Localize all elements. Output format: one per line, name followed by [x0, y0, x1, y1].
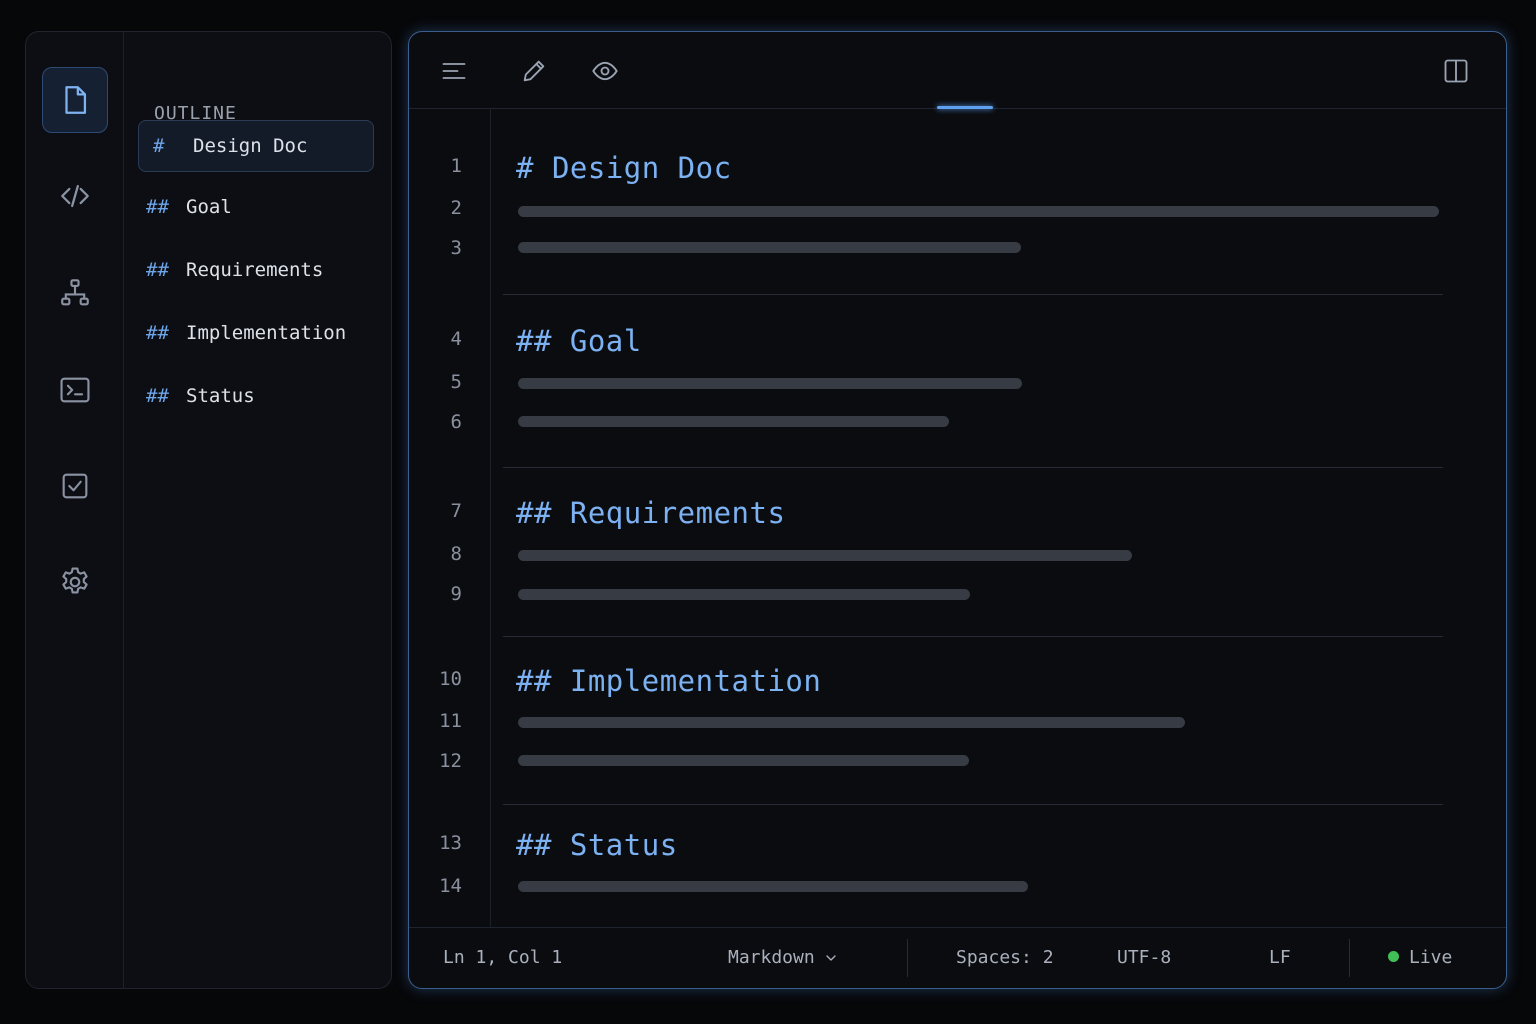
- editor-panel: 1 2 3 4 5 6 7 8 9 10 11 12 13 14 # Desig…: [408, 31, 1507, 989]
- outline-item-label: Implementation: [186, 322, 347, 344]
- line-number: 6: [450, 411, 462, 433]
- outline-item-label: Design Doc: [193, 135, 308, 157]
- outline-item-status[interactable]: ## Status: [138, 370, 374, 422]
- hierarchy-icon: [61, 279, 89, 306]
- section-divider: [503, 636, 1443, 637]
- live-label: Live: [1409, 947, 1453, 968]
- outline-panel: OUTLINE # Design Doc ## Goal ## Requirem…: [124, 32, 391, 988]
- line-number: 7: [450, 500, 462, 522]
- text-line-placeholder: [518, 550, 1132, 561]
- line-number-gutter: 1 2 3 4 5 6 7 8 9 10 11 12 13 14: [409, 109, 491, 927]
- text-line-placeholder: [518, 589, 970, 600]
- text-line-placeholder: [518, 378, 1022, 389]
- heading-marker: ##: [146, 196, 169, 218]
- line-number: 2: [450, 197, 462, 219]
- line-number: 10: [439, 668, 462, 690]
- split-view-button[interactable]: [1439, 54, 1473, 88]
- edit-icon: [523, 60, 545, 82]
- outline-item-design-doc[interactable]: # Design Doc: [138, 120, 374, 172]
- text-line-placeholder: [518, 242, 1021, 253]
- line-number: 9: [450, 583, 462, 605]
- live-indicator-dot: [1388, 951, 1399, 962]
- tasks-button[interactable]: [42, 453, 108, 519]
- heading-marker: ##: [516, 324, 552, 358]
- line-number: 13: [439, 832, 462, 854]
- text-line-placeholder: [518, 206, 1439, 217]
- encoding-setting[interactable]: UTF-8: [1117, 947, 1171, 968]
- file-icon: [65, 86, 87, 114]
- language-selector[interactable]: Markdown: [728, 947, 839, 968]
- heading-text: Implementation: [569, 664, 822, 698]
- line-number: 8: [450, 543, 462, 565]
- indent-setting[interactable]: Spaces: 2: [956, 947, 1054, 968]
- explorer-button[interactable]: [42, 67, 108, 133]
- split-view-icon: [1444, 59, 1468, 83]
- line-number: 4: [450, 328, 462, 350]
- sidebar-panel: OUTLINE # Design Doc ## Goal ## Requirem…: [25, 31, 392, 989]
- heading-marker: ##: [146, 385, 169, 407]
- line-number: 14: [439, 875, 462, 897]
- heading-marker: ##: [516, 664, 552, 698]
- section-heading: ## Requirements: [516, 496, 785, 530]
- text-line-placeholder: [518, 881, 1028, 892]
- cursor-position[interactable]: Ln 1, Col 1: [443, 947, 562, 968]
- text-line-placeholder: [518, 416, 949, 427]
- heading-marker: ##: [146, 259, 169, 281]
- code-icon: [61, 184, 89, 208]
- eol-setting[interactable]: LF: [1269, 947, 1291, 968]
- text-line-placeholder: [518, 717, 1185, 728]
- heading-text: Design Doc: [551, 151, 732, 185]
- checkbox-icon: [62, 473, 88, 499]
- editor-toolbar: [409, 32, 1506, 109]
- outline-item-implementation[interactable]: ## Implementation: [138, 307, 374, 359]
- language-label: Markdown: [728, 947, 815, 968]
- outline-item-label: Goal: [186, 196, 232, 218]
- section-heading: ## Goal: [516, 324, 642, 358]
- status-bar: Ln 1, Col 1 Markdown Spaces: 2 UTF-8 LF …: [409, 927, 1506, 988]
- heading-marker: ##: [146, 322, 169, 344]
- editor-content[interactable]: # Design Doc ## Goal ## Requirements ## …: [491, 109, 1506, 927]
- preview-button[interactable]: [588, 54, 622, 88]
- preview-icon: [592, 61, 618, 81]
- section-divider: [503, 804, 1443, 805]
- terminal-button[interactable]: [42, 357, 108, 423]
- code-button[interactable]: [42, 163, 108, 229]
- terminal-icon: [60, 377, 90, 403]
- status-divider: [907, 939, 908, 977]
- settings-button[interactable]: [42, 549, 108, 615]
- heading-marker: ##: [516, 496, 552, 530]
- edit-button[interactable]: [517, 54, 551, 88]
- section-divider: [503, 467, 1443, 468]
- heading-text: Goal: [569, 324, 642, 358]
- chevron-down-icon: [826, 955, 836, 961]
- status-divider: [1349, 939, 1350, 977]
- section-heading: ## Status: [516, 828, 678, 862]
- settings-icon: [62, 567, 88, 594]
- heading-marker: ##: [516, 828, 552, 862]
- live-status[interactable]: Live: [1388, 947, 1452, 968]
- outline-item-requirements[interactable]: ## Requirements: [138, 244, 374, 296]
- section-divider: [503, 294, 1443, 295]
- text-line-placeholder: [518, 755, 969, 766]
- line-number: 11: [439, 710, 462, 732]
- heading-marker: #: [153, 135, 165, 157]
- outline-item-label: Requirements: [186, 259, 324, 281]
- activity-bar: [26, 32, 124, 988]
- line-number: 1: [450, 155, 462, 177]
- line-number: 12: [439, 750, 462, 772]
- hierarchy-button[interactable]: [42, 260, 108, 326]
- menu-button[interactable]: [437, 54, 471, 88]
- menu-icon: [442, 63, 466, 79]
- heading-text: Status: [569, 828, 678, 862]
- section-heading: ## Implementation: [516, 664, 821, 698]
- heading-text: Requirements: [569, 496, 786, 530]
- line-number: 5: [450, 371, 462, 393]
- line-number: 3: [450, 237, 462, 259]
- outline-item-label: Status: [186, 385, 255, 407]
- outline-item-goal[interactable]: ## Goal: [138, 181, 374, 233]
- section-heading: # Design Doc: [516, 151, 732, 185]
- heading-marker: #: [516, 151, 534, 185]
